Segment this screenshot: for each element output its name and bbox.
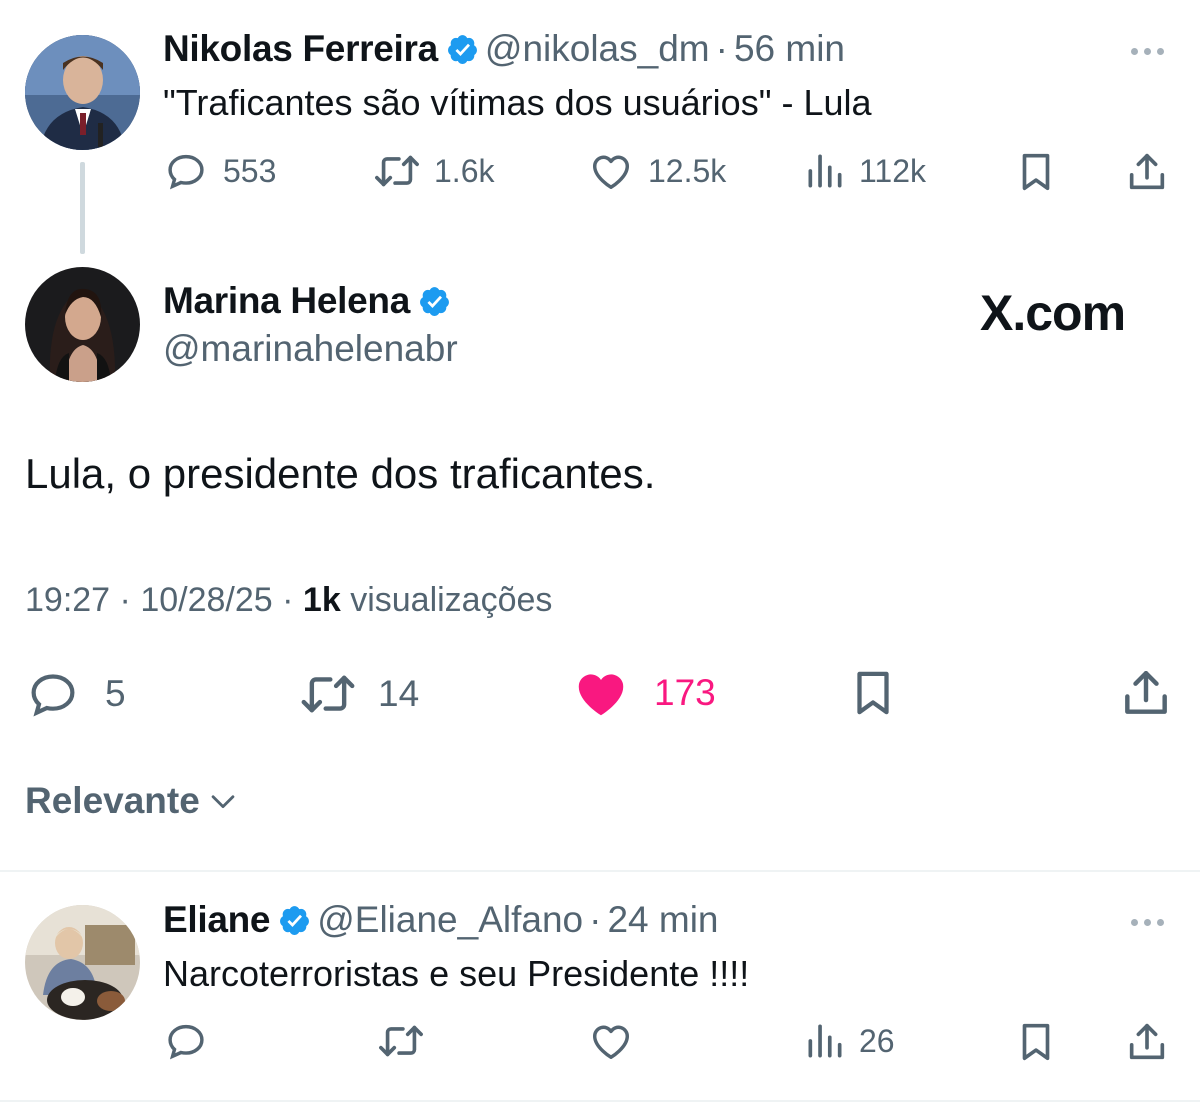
tweet-meta: 19:27 · 10/28/25 · 1k visualizações <box>25 581 552 620</box>
reply-icon <box>168 1024 204 1060</box>
tweet-time[interactable]: 19:27 <box>25 581 110 619</box>
main-author-row: Marina Helena <box>163 280 457 322</box>
verified-badge-icon <box>280 906 310 935</box>
separator-dot: · <box>589 899 602 940</box>
bookmark-icon <box>857 671 889 715</box>
share-icon <box>1129 153 1165 190</box>
share-icon <box>1125 670 1167 714</box>
verified-badge-icon <box>447 35 477 64</box>
share-button[interactable] <box>1124 148 1170 196</box>
like-count: 12.5k <box>648 152 727 189</box>
reply-icon <box>31 674 75 717</box>
reply-tweet-header: Eliane @Eliane_Alfano · 24 min <box>163 899 719 941</box>
reply-button[interactable]: 553 <box>163 148 276 194</box>
chevron-down-icon <box>211 795 235 809</box>
separator-dot: · <box>715 28 728 69</box>
share-icon <box>1129 1023 1165 1060</box>
reply-icon <box>168 154 204 190</box>
views-count: 26 <box>859 1022 895 1059</box>
author-handle[interactable]: @nikolas_dm <box>485 28 710 69</box>
verified-badge-icon <box>420 287 449 316</box>
views-icon <box>808 154 842 188</box>
avatar-nikolas[interactable] <box>25 35 140 150</box>
avatar-marina-image <box>25 267 140 382</box>
tweet-time[interactable]: 24 min <box>607 899 718 940</box>
tweet-date[interactable]: 10/28/25 <box>140 581 272 619</box>
sort-dropdown[interactable]: Relevante <box>25 780 240 822</box>
author-handle[interactable]: @Eliane_Alfano <box>317 899 583 940</box>
views-icon <box>808 1024 842 1058</box>
bookmark-button[interactable] <box>1013 1018 1059 1066</box>
avatar-eliane-image <box>25 905 140 1020</box>
avatar-marina[interactable] <box>25 267 140 382</box>
author-name[interactable]: Marina Helena <box>163 280 410 321</box>
author-name[interactable]: Eliane <box>163 899 271 940</box>
views-button[interactable]: 112k <box>803 148 926 194</box>
section-divider <box>0 870 1200 872</box>
bottom-divider <box>0 1100 1200 1102</box>
like-icon <box>592 155 630 190</box>
retweet-icon <box>379 1025 423 1057</box>
author-handle[interactable]: @marinahelenabr <box>163 328 458 370</box>
views-label: visualizações <box>350 581 553 619</box>
avatar-eliane[interactable] <box>25 905 140 1020</box>
sort-label: Relevante <box>25 780 200 821</box>
avatar-nikolas-image <box>25 35 140 150</box>
retweet-count: 1.6k <box>434 152 495 189</box>
bookmark-button[interactable] <box>846 664 900 722</box>
retweet-button[interactable]: 1.6k <box>372 148 494 194</box>
main-tweet-text: Lula, o presidente dos traficantes. <box>25 450 656 497</box>
bookmark-button[interactable] <box>1013 148 1059 196</box>
like-button[interactable]: 12.5k <box>588 148 726 194</box>
views-count: 112k <box>859 152 927 189</box>
retweet-count: 14 <box>378 673 420 714</box>
parent-tweet-text: "Traficantes são vítimas dos usuários" -… <box>163 82 872 123</box>
retweet-button[interactable]: 14 <box>298 666 419 722</box>
share-button[interactable] <box>1118 664 1174 722</box>
reply-button[interactable] <box>163 1018 209 1064</box>
reply-button[interactable]: 5 <box>25 666 126 722</box>
retweet-icon <box>375 155 419 187</box>
reply-tweet-text: Narcoterroristas e seu Presidente !!!! <box>163 953 750 994</box>
reply-count: 553 <box>223 152 277 189</box>
author-name[interactable]: Nikolas Ferreira <box>163 28 438 69</box>
like-icon <box>592 1025 630 1060</box>
bookmark-icon <box>1022 153 1050 191</box>
reply-count: 5 <box>105 673 126 714</box>
parent-tweet-header: Nikolas Ferreira @nikolas_dm · 56 min <box>163 28 845 70</box>
like-count: 173 <box>654 672 716 713</box>
tweet-time[interactable]: 56 min <box>734 28 845 69</box>
more-icon[interactable] <box>1131 48 1164 55</box>
like-button[interactable] <box>588 1018 634 1064</box>
more-icon[interactable] <box>1131 919 1164 926</box>
like-filled-icon <box>578 674 624 716</box>
bookmark-icon <box>1022 1023 1050 1061</box>
separator-dot: · <box>282 581 294 619</box>
separator-dot: · <box>119 581 131 619</box>
like-button[interactable]: 173 <box>572 664 716 722</box>
views-button[interactable]: 26 <box>803 1018 895 1064</box>
retweet-button[interactable] <box>376 1018 426 1064</box>
x-com-watermark: X.com <box>980 285 1126 341</box>
thread-connector-line <box>80 162 85 254</box>
retweet-icon <box>301 675 355 713</box>
views-count: 1k <box>302 581 341 619</box>
share-button[interactable] <box>1124 1018 1170 1066</box>
